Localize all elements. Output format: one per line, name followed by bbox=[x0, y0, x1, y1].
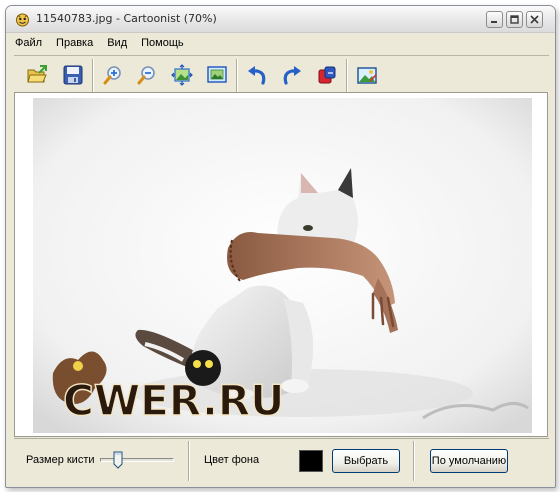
settings-bar: Размер кисти Цвет фона Выбрать По умолча… bbox=[14, 438, 549, 484]
watermark-text: CWER.RU bbox=[63, 376, 284, 425]
maximize-button[interactable] bbox=[506, 11, 523, 28]
picture-button[interactable] bbox=[354, 63, 380, 87]
reset-default-button[interactable]: По умолчанию bbox=[430, 449, 508, 473]
save-button[interactable] bbox=[60, 63, 86, 87]
settings-separator bbox=[188, 441, 190, 481]
background-color-swatch[interactable] bbox=[299, 450, 323, 472]
redo-button[interactable] bbox=[279, 63, 305, 87]
settings-separator bbox=[413, 441, 415, 481]
redo-icon bbox=[283, 66, 301, 85]
toolbar-separator bbox=[346, 59, 348, 93]
menu-bar: Файл Правка Вид Помощь bbox=[10, 35, 191, 53]
zoom-out-button[interactable] bbox=[134, 63, 160, 87]
title-bar[interactable]: 11540783.jpg - Cartoonist (70%) bbox=[6, 6, 555, 33]
edited-photo: CWER.RU bbox=[33, 98, 532, 433]
actual-size-button[interactable] bbox=[204, 63, 230, 87]
zoom-in-icon bbox=[103, 66, 121, 85]
minimize-button[interactable] bbox=[486, 11, 503, 28]
fit-to-window-icon bbox=[171, 64, 193, 86]
maximize-icon bbox=[510, 15, 519, 24]
menu-edit[interactable]: Правка bbox=[49, 35, 100, 53]
toolbar-separator bbox=[92, 59, 94, 93]
apply-effect-icon bbox=[318, 66, 336, 84]
window-title: 11540783.jpg - Cartoonist (70%) bbox=[36, 12, 217, 25]
open-folder-icon bbox=[27, 65, 47, 83]
close-button[interactable] bbox=[526, 11, 543, 28]
save-disk-icon bbox=[63, 65, 83, 85]
undo-button[interactable] bbox=[244, 63, 270, 87]
actual-size-icon bbox=[207, 66, 227, 83]
fit-window-button[interactable] bbox=[169, 63, 195, 87]
undo-icon bbox=[248, 66, 266, 85]
background-color-label: Цвет фона bbox=[204, 454, 260, 466]
menu-view[interactable]: Вид bbox=[100, 35, 134, 53]
close-icon bbox=[530, 15, 539, 24]
slider-thumb[interactable] bbox=[113, 451, 123, 469]
toolbar-separator bbox=[236, 59, 238, 93]
apply-effect-button[interactable] bbox=[314, 63, 340, 87]
cartoonist-app-icon bbox=[16, 13, 29, 27]
menu-help[interactable]: Помощь bbox=[134, 35, 191, 53]
toolbar bbox=[14, 55, 549, 93]
app-window: 11540783.jpg - Cartoonist (70%) Файл Пра… bbox=[5, 5, 556, 488]
zoom-in-button[interactable] bbox=[100, 63, 126, 87]
image-canvas[interactable]: CWER.RU bbox=[14, 92, 548, 437]
minimize-icon bbox=[491, 21, 497, 23]
slider-track[interactable] bbox=[100, 458, 174, 462]
picture-icon bbox=[357, 67, 377, 84]
zoom-out-icon bbox=[137, 66, 155, 85]
menu-file[interactable]: Файл bbox=[10, 35, 49, 53]
choose-color-button[interactable]: Выбрать bbox=[332, 449, 400, 473]
open-button[interactable] bbox=[24, 63, 50, 87]
brush-size-label: Размер кисти bbox=[26, 454, 95, 466]
